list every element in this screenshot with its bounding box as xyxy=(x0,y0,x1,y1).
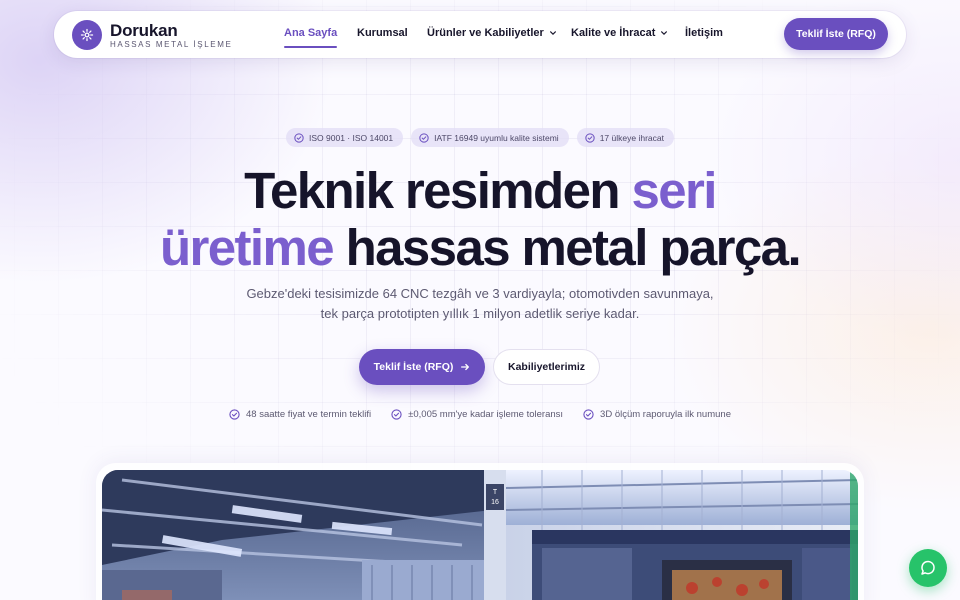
rfq-nav-button[interactable]: Teklif İste (RFQ) xyxy=(784,18,888,50)
brand-tagline: HASSAS METAL İŞLEME xyxy=(110,40,233,49)
nav-item-label: Ürünler ve Kabiliyetler xyxy=(427,27,544,39)
headline-line-2: üretime hassas metal parça. xyxy=(159,219,802,276)
hero-subtitle: Gebze'deki tesisimizde 64 CNC tezgâh ve … xyxy=(246,286,714,321)
nav-item-label: Kalite ve İhracat xyxy=(571,27,656,39)
factory-illustration: T 16 xyxy=(102,470,858,600)
hero-headline: Teknik resimden seri üretime hassas meta… xyxy=(0,162,960,276)
check-circle-icon xyxy=(419,132,429,143)
feature-item: 3D ölçüm raporuyla ilk numune xyxy=(583,409,731,420)
chat-bubble-icon xyxy=(921,560,935,575)
certification-badges: ISO 9001 · ISO 14001 IATF 16949 uyumlu k… xyxy=(0,128,960,147)
badge-iatf: IATF 16949 uyumlu kalite sistemi xyxy=(411,128,569,147)
badge-label: 17 ülkeye ihracat xyxy=(599,132,664,143)
nav-item-home[interactable]: Ana Sayfa xyxy=(284,27,338,48)
chevron-down-icon xyxy=(549,31,556,35)
nav-item-label: Kurumsal xyxy=(357,27,408,39)
badge-label: ISO 9001 · ISO 14001 xyxy=(309,132,394,143)
factory-hero-image: T 16 xyxy=(102,470,858,600)
feature-item: 48 saatte fiyat ve termin teklifi xyxy=(229,409,371,420)
nav-item-label: Ana Sayfa xyxy=(284,27,338,39)
rfq-hero-button[interactable]: Teklif İste (RFQ) xyxy=(359,349,485,385)
chevron-down-icon xyxy=(661,31,668,35)
headline-text: hassas metal parça xyxy=(345,219,789,276)
badge-label: IATF 16949 uyumlu kalite sistemi xyxy=(434,132,559,143)
check-circle-icon xyxy=(294,132,304,143)
headline-line-1: Teknik resimden seri xyxy=(244,162,717,219)
headline-text: Teknik resimden xyxy=(244,162,620,219)
nav-item-label: İletişim xyxy=(685,27,723,39)
pillar-sign-label: T xyxy=(493,489,498,496)
headline-period: . xyxy=(787,219,801,276)
capabilities-button[interactable]: Kabiliyetlerimiz xyxy=(493,349,600,385)
arrow-right-icon xyxy=(461,363,470,371)
pillar-sign-number: 16 xyxy=(491,499,499,506)
top-navbar: Dorukan HASSAS METAL İŞLEME Ana Sayfa Ku… xyxy=(54,11,906,58)
feature-item: ±0,005 mm'ye kadar işleme toleransı xyxy=(391,409,563,420)
cta-label: Teklif İste (RFQ) xyxy=(373,361,454,373)
badge-export: 17 ülkeye ihracat xyxy=(576,128,674,147)
feature-label: ±0,005 mm'ye kadar işleme toleransı xyxy=(408,409,564,420)
feature-list: 48 saatte fiyat ve termin teklifi ±0,005… xyxy=(0,409,960,420)
check-circle-icon xyxy=(229,409,240,420)
gear-logo-icon[interactable] xyxy=(72,20,102,50)
check-circle-icon xyxy=(391,409,402,420)
chat-button[interactable] xyxy=(909,549,947,587)
headline-accent: seri xyxy=(631,162,717,219)
feature-label: 48 saatte fiyat ve termin teklifi xyxy=(246,409,372,420)
check-circle-icon xyxy=(583,409,594,420)
nav-item-contact[interactable]: İletişim xyxy=(685,27,723,39)
check-circle-icon xyxy=(585,132,595,143)
nav-item-products[interactable]: Ürünler ve Kabiliyetler xyxy=(427,27,557,39)
badge-iso: ISO 9001 · ISO 14001 xyxy=(286,128,404,147)
nav-item-quality[interactable]: Kalite ve İhracat xyxy=(571,27,668,39)
feature-label: 3D ölçüm raporuyla ilk numune xyxy=(600,409,731,420)
brand-name[interactable]: Dorukan xyxy=(110,21,178,41)
headline-accent: üretime xyxy=(159,219,335,276)
nav-item-corporate[interactable]: Kurumsal xyxy=(357,27,408,39)
